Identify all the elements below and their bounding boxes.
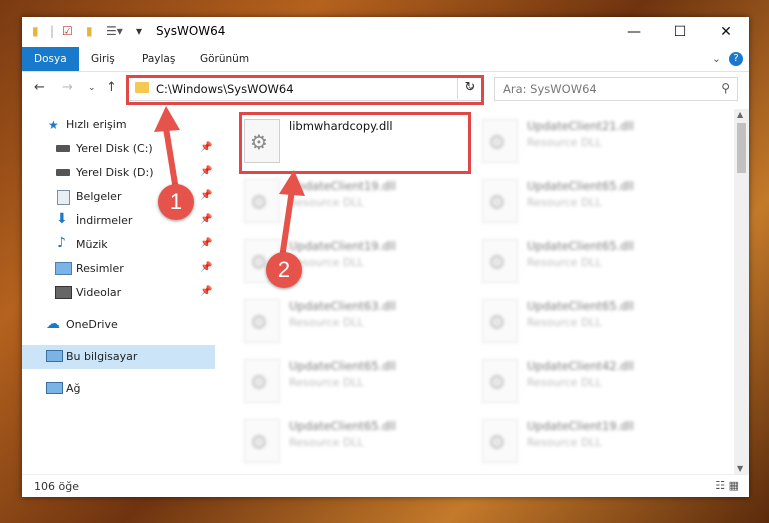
step-badge-2: 2 [266,252,302,288]
arrow-2 [279,170,305,259]
arrow-1 [154,106,180,191]
step-badge-1: 1 [158,184,194,220]
annotation-arrows [154,106,305,259]
